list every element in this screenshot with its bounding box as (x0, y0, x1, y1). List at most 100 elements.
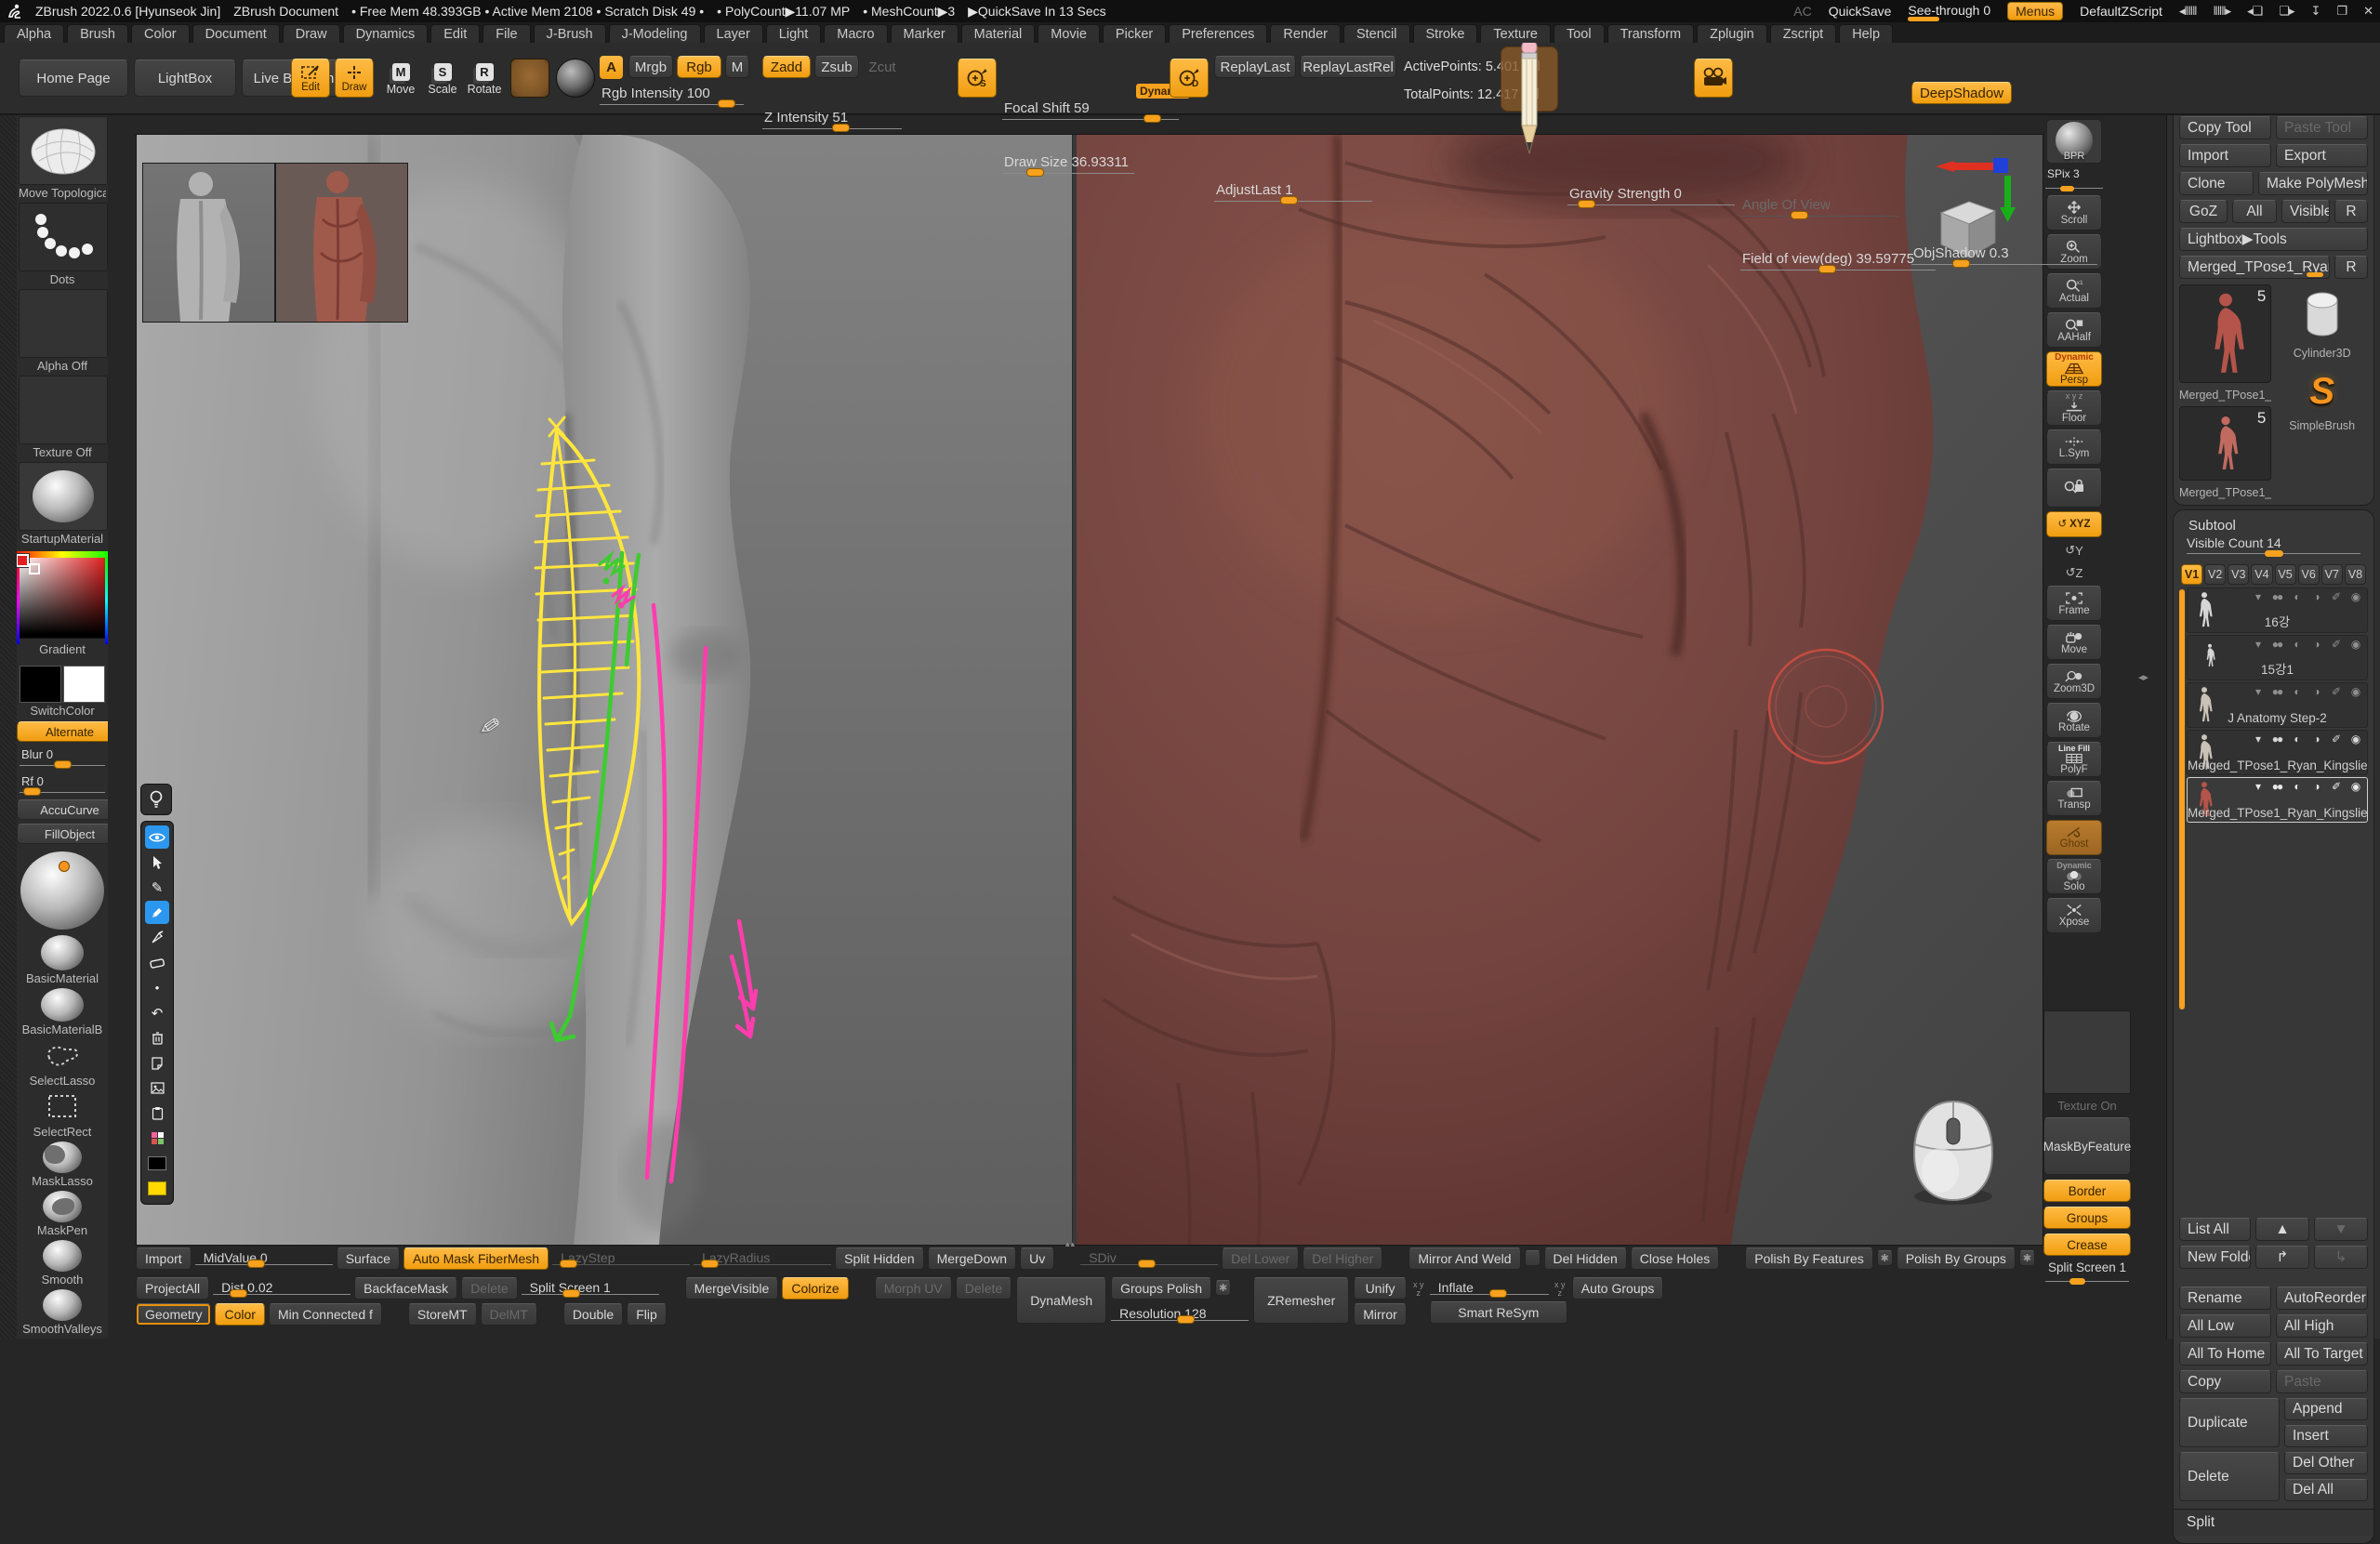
adjust-last-slider[interactable]: AdjustLast 1 (1214, 180, 1372, 205)
menu-item[interactable]: J-Modeling (609, 24, 701, 43)
zcut-button[interactable]: Zcut (863, 56, 902, 78)
camera-button[interactable] (1694, 59, 1733, 98)
material-thumbnail[interactable] (19, 462, 108, 531)
rotate-button[interactable]: RRotate (466, 63, 503, 96)
annotation-launcher[interactable] (140, 784, 172, 815)
color-picker[interactable]: Gradient (19, 557, 106, 656)
annotation-visibility-button[interactable] (145, 825, 169, 849)
zsub-button[interactable]: Zsub (814, 56, 859, 78)
rgb-button[interactable]: Rgb (677, 56, 721, 78)
menu-item[interactable]: Zplugin (1697, 24, 1767, 43)
tool-r-button[interactable]: R (2334, 256, 2368, 279)
default-zscript-button[interactable]: DefaultZScript (2080, 4, 2162, 19)
all-to-target-button[interactable]: All To Target (2276, 1342, 2368, 1366)
zoom-3d-button[interactable]: Zoom3D (2046, 664, 2102, 699)
groups-polish-button[interactable]: Groups Polish (1111, 1277, 1211, 1300)
select-rect[interactable]: SelectRect (19, 1090, 106, 1139)
menu-item[interactable]: Brush (67, 24, 128, 43)
home-page-button[interactable]: Home Page (19, 59, 128, 97)
subtool-move-in-button[interactable]: ↳ (2314, 1246, 2368, 1269)
solo-button[interactable]: Dynamic Solo (2046, 859, 2102, 894)
bottom-button[interactable]: Del Higher (1302, 1247, 1382, 1270)
deep-shadow-button[interactable]: DeepShadow (1911, 82, 2012, 104)
menu-item[interactable]: Dynamics (343, 24, 429, 43)
bottom-button[interactable]: Import (136, 1247, 192, 1270)
material-a-badge[interactable]: A (600, 56, 623, 79)
goz-visible-button[interactable]: Visible (2281, 200, 2330, 223)
annotation-clear-button[interactable] (145, 1026, 169, 1049)
duplicate-button[interactable]: Duplicate (2179, 1398, 2280, 1447)
frame-button[interactable]: Frame (2046, 586, 2102, 621)
annotation-yellow-swatch[interactable] (145, 1177, 169, 1200)
close-button[interactable]: ✕ (2363, 4, 2373, 19)
rotate-z-button[interactable]: ↺Z (2047, 563, 2101, 582)
del-all-button[interactable]: Del All (2284, 1479, 2368, 1501)
menu-item[interactable]: Alpha (4, 24, 64, 43)
lightbox-tools-button[interactable]: Lightbox▶Tools (2179, 228, 2368, 251)
texture-thumbnail[interactable] (19, 376, 108, 444)
mrgb-button[interactable]: Mrgb (628, 56, 673, 78)
bottom-button[interactable]: Morph UV (875, 1277, 952, 1300)
rotate-y-button[interactable]: ↺Y (2047, 541, 2101, 560)
unify-button[interactable]: Unify (1354, 1277, 1407, 1300)
rotate-3d-button[interactable]: Rotate (2046, 703, 2102, 738)
zadd-button[interactable]: Zadd (762, 56, 811, 78)
polyframe-button[interactable]: Line Fill PolyF (2046, 742, 2102, 777)
menu-item[interactable]: Color (131, 24, 190, 43)
reference-image-gray[interactable] (142, 163, 275, 323)
crease-button[interactable]: Crease (2043, 1234, 2131, 1256)
menu-item[interactable]: Render (1270, 24, 1341, 43)
bottom-button[interactable]: Close Holes (1631, 1247, 1719, 1270)
bottom-button[interactable]: Delete (956, 1277, 1012, 1300)
gravity-strength-slider[interactable]: Gravity Strength 0 (1567, 184, 1735, 208)
groups-polish-toggle[interactable]: ✱ (1215, 1280, 1231, 1296)
annotation-eraser-button[interactable] (145, 951, 169, 974)
menu-item[interactable]: File (483, 24, 530, 43)
delete-subtool-button[interactable]: Delete (2179, 1452, 2280, 1501)
annotation-color-palette[interactable] (145, 1127, 169, 1150)
focal-shift-slider[interactable]: Focal Shift 59 (1002, 99, 1179, 123)
bottom-button[interactable]: MergeDown (928, 1247, 1016, 1270)
secondary-color-swatch[interactable] (63, 666, 105, 703)
annotation-knife-button[interactable] (145, 926, 169, 949)
move-3d-button[interactable]: Move (2046, 625, 2102, 660)
menu-item[interactable]: Light (766, 24, 821, 43)
lightbox-button[interactable]: LightBox (134, 59, 236, 97)
append-button[interactable]: Append (2284, 1398, 2368, 1420)
reference-images[interactable] (142, 163, 408, 323)
current-alpha-swatch[interactable] (510, 59, 549, 98)
goz-button[interactable]: GoZ (2179, 200, 2228, 223)
inflate-axis-right[interactable]: x y z (1553, 1281, 1567, 1298)
bottom-button[interactable]: BackfaceMask (354, 1277, 457, 1300)
right-viewport-model[interactable] (1075, 135, 2043, 1245)
stroke-d-button[interactable]: D (1170, 59, 1209, 98)
menu-item[interactable]: Transform (1607, 24, 1695, 43)
scroll-button[interactable]: Scroll (2046, 195, 2102, 231)
make-polymesh3d-button[interactable]: Make PolyMesh3D (2258, 172, 2368, 195)
border-button[interactable]: Border (2043, 1180, 2131, 1202)
bottom-button[interactable]: Polish By Groups (1897, 1247, 2016, 1270)
dynamesh-button[interactable]: DynaMesh (1016, 1277, 1106, 1324)
resolution-slider[interactable]: Resolution 128 (1111, 1303, 1249, 1324)
mirror-button[interactable]: Mirror (1354, 1303, 1407, 1326)
annotation-screenshot-button[interactable] (145, 1076, 169, 1100)
menu-item[interactable]: Tool (1554, 24, 1605, 43)
aa-half-button[interactable]: AAHalf (2046, 312, 2102, 348)
new-folder-button[interactable]: New Folder (2179, 1246, 2251, 1269)
fillobject-button[interactable]: FillObject (17, 824, 108, 844)
mask-by-feature-button[interactable]: MaskByFeature (2043, 1117, 2131, 1175)
menu-item[interactable]: Marker (891, 24, 959, 43)
bottom-button[interactable]: Min Connected f (269, 1303, 382, 1326)
current-alpha[interactable]: Alpha Off (19, 289, 106, 373)
bottom-button[interactable]: LazyRadius (694, 1247, 831, 1268)
bottom-button[interactable]: SDiv (1080, 1247, 1218, 1268)
minimize-button[interactable]: ↧ (2311, 4, 2320, 19)
menu-item[interactable]: Texture (1480, 24, 1551, 43)
brush-thumbnail[interactable] (19, 116, 108, 185)
rename-button[interactable]: Rename (2179, 1287, 2271, 1310)
goz-r-button[interactable]: R (2334, 200, 2368, 223)
smooth-valleys-brush[interactable]: SmoothValleys (19, 1289, 106, 1336)
obj-shadow-slider[interactable]: ObjShadow 0.3 (1911, 244, 2097, 268)
window-right-icon[interactable]: ❏▸ (2279, 4, 2294, 19)
split-screen-slider[interactable]: Split Screen 1 (2043, 1260, 2131, 1285)
